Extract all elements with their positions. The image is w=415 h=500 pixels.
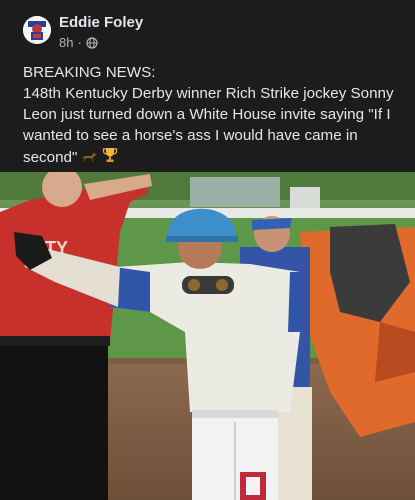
post-body: 148th Kentucky Derby winner Rich Strike …	[23, 83, 403, 170]
jockey-photo: ITY	[0, 172, 415, 500]
trophy-icon	[101, 146, 119, 170]
post-text: BREAKING NEWS: 148th Kentucky Derby winn…	[23, 62, 403, 170]
author-name[interactable]: Eddie Foley	[59, 14, 143, 31]
post-body-text: 148th Kentucky Derby winner Rich Strike …	[23, 85, 394, 167]
globe-icon[interactable]	[86, 36, 98, 49]
post-photo[interactable]: ITY	[0, 172, 415, 500]
post-header: Eddie Foley 8h ·	[0, 0, 415, 58]
post-time[interactable]: 8h	[59, 35, 73, 50]
facebook-post: Eddie Foley 8h · BREAKING NEWS: 148th Ke…	[0, 0, 415, 500]
avatar-image	[23, 16, 51, 44]
post-meta: 8h ·	[59, 35, 98, 50]
avatar[interactable]	[23, 16, 51, 44]
meta-separator: ·	[77, 35, 82, 50]
horse-icon	[80, 148, 98, 169]
post-headline: BREAKING NEWS:	[23, 64, 156, 81]
